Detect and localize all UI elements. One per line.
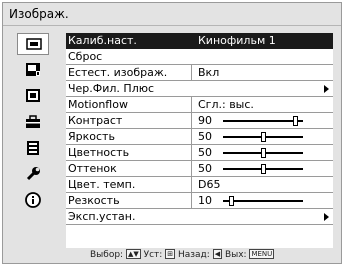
submenu-arrow-icon [324,85,329,93]
row-label: Оттенок [68,162,117,175]
submenu-arrow-icon [324,213,329,221]
row-label: Калиб.наст. [68,34,137,47]
column-divider [191,65,192,80]
row-label: Чер.Фил. Плюс [68,82,155,95]
brightness-slider[interactable] [223,132,303,142]
color-slider[interactable] [223,148,303,158]
row-value: 50 [198,130,212,143]
row-value: 50 [198,146,212,159]
menu-key-icon: MENU [249,249,275,259]
set-hint-label: Уст: [143,250,163,260]
slider-thumb[interactable] [261,164,266,174]
menu-row-calib-preset[interactable]: Калиб.наст. Кинофильм 1 [66,33,333,49]
row-label: Motionflow [68,98,128,111]
exit-hint-label: Вых: [224,250,247,260]
row-label: Естест. изображ. [68,66,168,79]
setup-icon[interactable] [17,111,49,133]
menu-row-sharpness[interactable]: Резкость 10 [66,193,333,209]
slider-thumb[interactable] [261,148,266,158]
advanced-picture-icon[interactable] [17,59,49,81]
row-label: Цветность [68,146,130,159]
row-label: Контраст [68,114,123,127]
menu-title: Изображ. [9,7,69,21]
slider-thumb[interactable] [229,196,234,206]
menu-row-reset[interactable]: Сброс [66,49,333,65]
sharpness-slider[interactable] [223,196,303,206]
row-value: 90 [198,114,212,127]
menu-row-color[interactable]: Цветность 50 [66,145,333,161]
select-hint-label: Выбор: [90,250,124,260]
menu-row-color-temp[interactable]: Цвет. темп. D65 [66,177,333,193]
menu-row-reality-creation[interactable]: Естест. изображ. Вкл [66,65,333,81]
row-value: Вкл [198,66,220,79]
slider-thumb[interactable] [293,116,298,126]
column-divider [191,145,192,160]
slider-track [223,120,303,122]
row-label: Резкость [68,194,120,207]
function-icon[interactable] [17,137,49,159]
projector-osd: Изображ. Калиб.наст. Кинофильм 1 Сброс Е… [0,0,345,267]
row-value: Сгл.: выс. [198,98,254,111]
column-divider [191,33,192,48]
menu-row-black-level[interactable]: Чер.Фил. Плюс [66,81,333,97]
column-divider [191,129,192,144]
screen-icon[interactable] [17,85,49,107]
up-down-arrows-icon: ▲▼ [125,249,141,259]
menu-row-expert-setting[interactable]: Эксп.устан. [66,209,333,225]
picture-icon[interactable] [17,33,49,55]
menu-row-brightness[interactable]: Яркость 50 [66,129,333,145]
back-hint-label: Назад: [177,250,210,260]
enter-icon: ⊞ [165,249,176,259]
row-value: Кинофильм 1 [198,34,276,47]
picture-menu: Калиб.наст. Кинофильм 1 Сброс Естест. из… [66,33,333,248]
column-divider [191,113,192,128]
row-label: Цвет. темп. [68,178,136,191]
hue-slider[interactable] [223,164,303,174]
row-label: Сброс [68,50,103,63]
column-divider [191,161,192,176]
menu-row-motionflow[interactable]: Motionflow Сгл.: выс. [66,97,333,113]
row-value: D65 [198,178,221,191]
row-value: 50 [198,162,212,175]
left-arrow-icon: ◀ [212,249,223,259]
installation-icon[interactable] [17,163,49,185]
title-divider [3,25,341,26]
slider-track [223,200,303,202]
row-label: Яркость [68,130,115,143]
row-label: Эксп.устан. [68,210,136,223]
menu-row-hue[interactable]: Оттенок 50 [66,161,333,177]
information-icon[interactable] [17,189,49,211]
menu-row-contrast[interactable]: Контраст 90 [66,113,333,129]
column-divider [191,177,192,192]
row-value: 10 [198,194,212,207]
contrast-slider[interactable] [223,116,303,126]
slider-thumb[interactable] [261,132,266,142]
column-divider [191,193,192,208]
column-divider [191,97,192,112]
key-hints-bar: Выбор: ▲▼ Уст: ⊞ Назад: ◀ Вых: MENU [90,249,340,261]
